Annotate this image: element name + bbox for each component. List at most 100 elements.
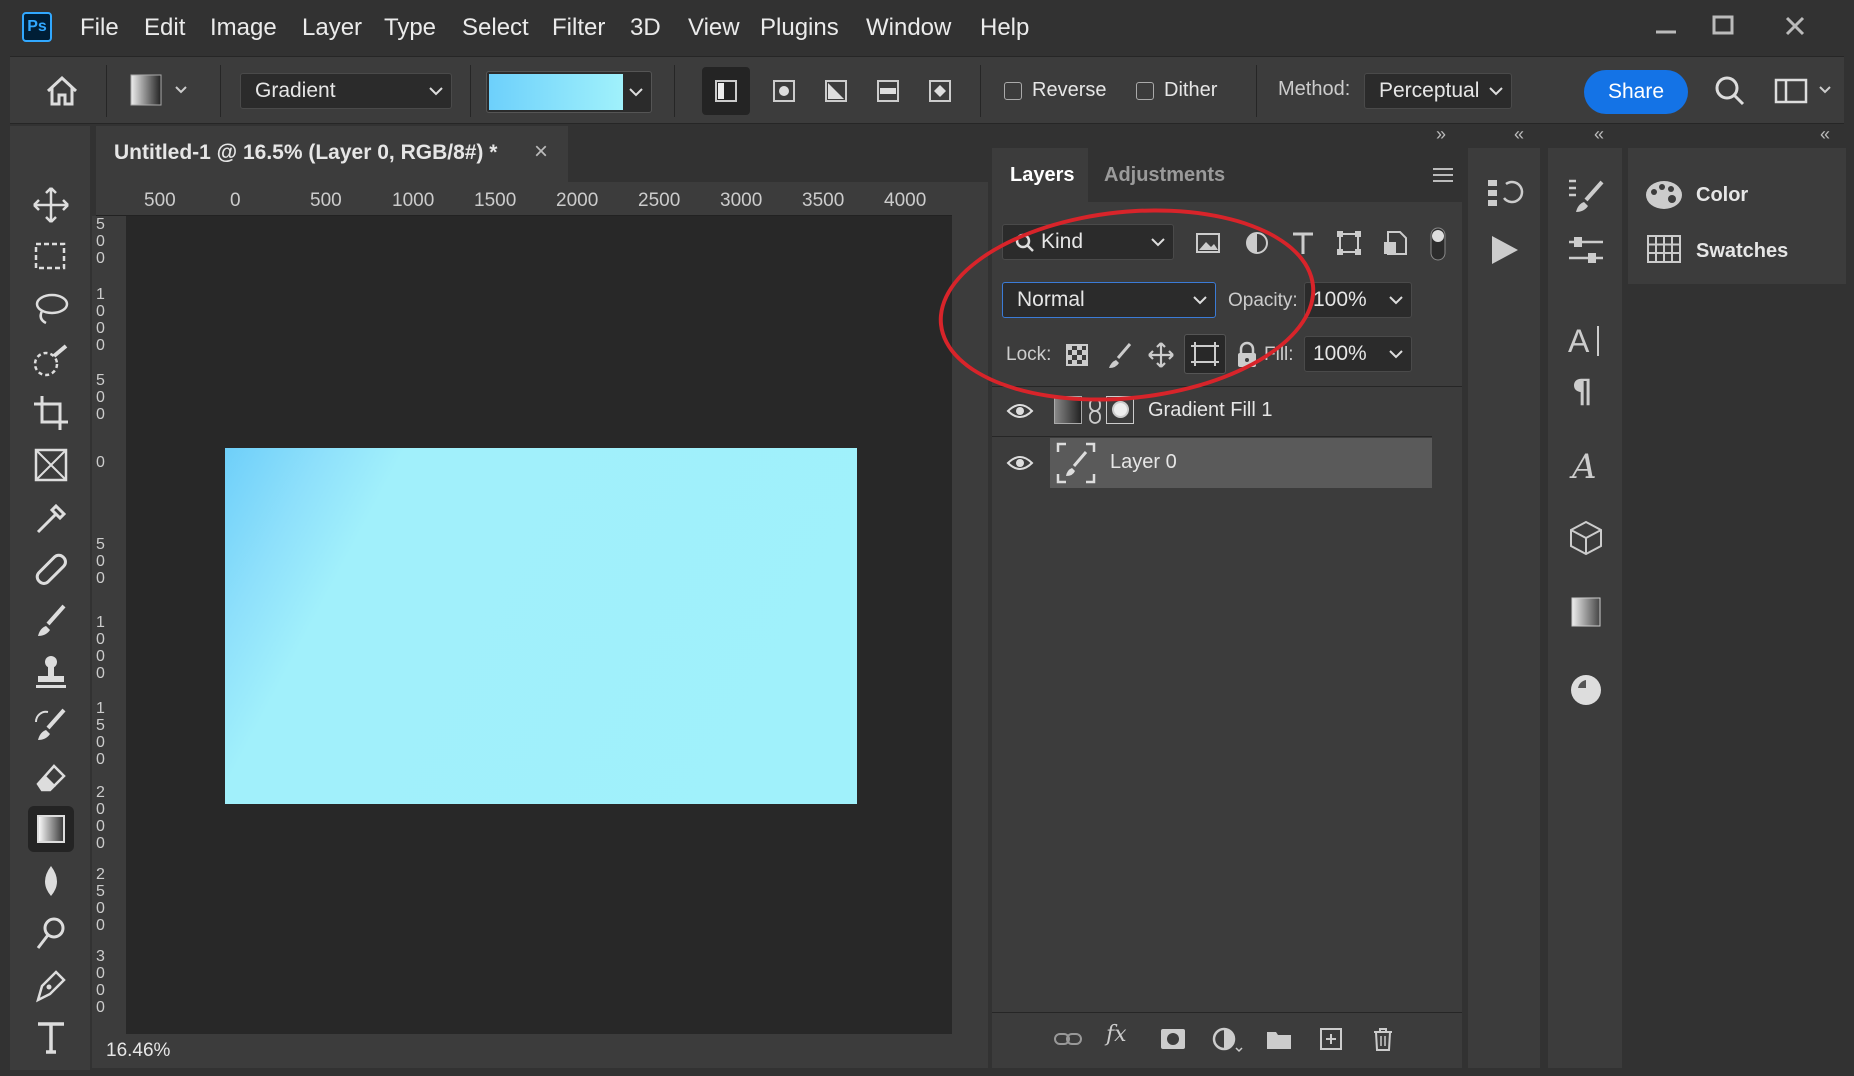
- eyedropper-tool-icon[interactable]: [28, 494, 74, 540]
- crop-tool-icon[interactable]: [28, 390, 74, 436]
- radial-gradient-icon[interactable]: [760, 67, 808, 115]
- ruler-label: 500: [310, 190, 342, 211]
- gradient-color-picker[interactable]: [486, 71, 652, 113]
- opacity-value: 100%: [1313, 288, 1367, 311]
- marquee-tool-icon[interactable]: [28, 234, 74, 280]
- menu-type[interactable]: Type: [384, 14, 436, 42]
- frame-tool-icon[interactable]: [28, 442, 74, 488]
- brush-settings-icon[interactable]: [1566, 176, 1606, 216]
- blur-tool-icon[interactable]: [28, 858, 74, 904]
- fx-layer-style-icon[interactable]: fx: [1106, 1022, 1127, 1047]
- menu-help[interactable]: Help: [980, 14, 1029, 42]
- angle-gradient-icon[interactable]: [812, 67, 860, 115]
- tool-preset-picker-icon[interactable]: [130, 73, 190, 109]
- paragraph-icon[interactable]: ¶: [1566, 370, 1606, 410]
- gradient-preset-value: Gradient: [255, 79, 336, 102]
- visibility-eye-icon[interactable]: [1006, 454, 1034, 472]
- menu-plugins[interactable]: Plugins: [760, 14, 839, 42]
- quick-selection-tool-icon[interactable]: [28, 338, 74, 384]
- reverse-checkbox[interactable]: [1004, 82, 1022, 100]
- document-tab[interactable]: Untitled-1 @ 16.5% (Layer 0, RGB/8#) * ×: [96, 126, 568, 182]
- link-layers-icon[interactable]: [1052, 1024, 1086, 1054]
- adjustments-sliders-icon[interactable]: [1566, 232, 1606, 272]
- panel-dock-expand-icon-a[interactable]: «: [1514, 124, 1524, 145]
- document-canvas[interactable]: [225, 448, 857, 804]
- options-bar: Gradient Reverse Dither Method: Perceptu…: [10, 56, 1844, 124]
- move-tool-icon[interactable]: [28, 182, 74, 228]
- close-tab-icon[interactable]: ×: [534, 138, 548, 166]
- fill-field[interactable]: 100%: [1304, 336, 1412, 372]
- layer-row-layer-0[interactable]: Layer 0: [992, 438, 1432, 488]
- visibility-eye-icon[interactable]: [1006, 402, 1034, 420]
- type-tool-icon[interactable]: [28, 1014, 74, 1060]
- menu-3d[interactable]: 3D: [630, 14, 661, 42]
- link-chain-icon[interactable]: [1088, 398, 1102, 424]
- filter-shape-layer-icon[interactable]: [1334, 228, 1364, 258]
- new-group-folder-icon[interactable]: [1264, 1024, 1294, 1054]
- 3d-cube-icon[interactable]: [1566, 518, 1606, 558]
- clone-stamp-tool-icon[interactable]: [28, 650, 74, 696]
- filter-smart-object-icon[interactable]: [1380, 228, 1410, 258]
- menu-image[interactable]: Image: [210, 14, 277, 42]
- maximize-icon[interactable]: [1704, 8, 1742, 46]
- gradient-swatch[interactable]: [489, 74, 623, 110]
- pen-tool-icon[interactable]: [28, 962, 74, 1008]
- glyphs-icon[interactable]: A: [1566, 444, 1606, 484]
- ruler-label: 5 0 0: [96, 536, 105, 587]
- share-button[interactable]: Share: [1584, 70, 1688, 114]
- actions-play-icon[interactable]: [1484, 230, 1524, 270]
- workspace-icon[interactable]: [1772, 71, 1842, 111]
- home-icon[interactable]: [42, 71, 82, 111]
- linear-gradient-icon[interactable]: [702, 67, 750, 115]
- ruler-label: 2500: [638, 190, 681, 211]
- layer-name: Gradient Fill 1: [1148, 399, 1273, 421]
- dodge-tool-icon[interactable]: [28, 910, 74, 956]
- color-palette-icon[interactable]: [1644, 178, 1684, 212]
- method-dropdown[interactable]: Perceptual: [1364, 73, 1512, 109]
- new-layer-icon[interactable]: [1316, 1024, 1346, 1054]
- panel-menu-icon[interactable]: [1432, 166, 1454, 184]
- tab-layers[interactable]: Layers: [1010, 164, 1075, 187]
- gradients-panel-icon[interactable]: [1566, 592, 1606, 632]
- dither-checkbox[interactable]: [1136, 82, 1154, 100]
- healing-brush-tool-icon[interactable]: [28, 546, 74, 592]
- zoom-level[interactable]: 16.46%: [106, 1040, 170, 1062]
- tab-adjustments[interactable]: Adjustments: [1104, 164, 1225, 187]
- reflected-gradient-icon[interactable]: [864, 67, 912, 115]
- swatches-grid-icon[interactable]: [1646, 234, 1682, 264]
- minimize-icon[interactable]: [1646, 8, 1684, 46]
- panel-dock-expand-icon-c[interactable]: «: [1820, 124, 1830, 145]
- materials-sphere-icon[interactable]: [1566, 670, 1606, 710]
- swatches-panel-label[interactable]: Swatches: [1696, 240, 1788, 263]
- menu-window[interactable]: Window: [866, 14, 951, 42]
- ruler-vertical: 5 0 0 1 0 0 0 5 0 0 0 5 0 0 1 0 0 0 1 5 …: [92, 216, 126, 1034]
- new-adjustment-layer-icon[interactable]: [1210, 1024, 1244, 1054]
- layers-panel-collapse-icon[interactable]: »: [1436, 124, 1446, 145]
- lasso-tool-icon[interactable]: [28, 286, 74, 332]
- ruler-label: 2 0 0 0: [96, 784, 105, 852]
- ruler-label: 1 5 0 0: [96, 700, 105, 768]
- filter-toggle-icon[interactable]: [1428, 226, 1448, 262]
- gradient-tool-icon[interactable]: [28, 806, 74, 852]
- search-icon[interactable]: [1710, 71, 1750, 111]
- menu-filter[interactable]: Filter: [552, 14, 605, 42]
- menu-file[interactable]: File: [80, 14, 119, 42]
- diamond-gradient-icon[interactable]: [916, 67, 964, 115]
- opacity-field[interactable]: 100%: [1304, 282, 1412, 318]
- delete-layer-icon[interactable]: [1368, 1024, 1398, 1054]
- menu-layer[interactable]: Layer: [302, 14, 362, 42]
- ruler-label: 5 0 0: [96, 216, 105, 267]
- color-panel-label[interactable]: Color: [1696, 184, 1748, 207]
- brush-tool-icon[interactable]: [28, 598, 74, 644]
- panel-dock-expand-icon-b[interactable]: «: [1594, 124, 1604, 145]
- menu-view[interactable]: View: [688, 14, 740, 42]
- history-icon[interactable]: [1484, 174, 1524, 214]
- history-brush-tool-icon[interactable]: [28, 702, 74, 748]
- gradient-preset-dropdown[interactable]: Gradient: [240, 73, 452, 109]
- character-icon[interactable]: A: [1566, 320, 1606, 360]
- eraser-tool-icon[interactable]: [28, 754, 74, 800]
- menu-select[interactable]: Select: [462, 14, 529, 42]
- add-mask-icon[interactable]: [1158, 1024, 1188, 1054]
- menu-edit[interactable]: Edit: [144, 14, 185, 42]
- close-window-icon[interactable]: [1776, 8, 1814, 46]
